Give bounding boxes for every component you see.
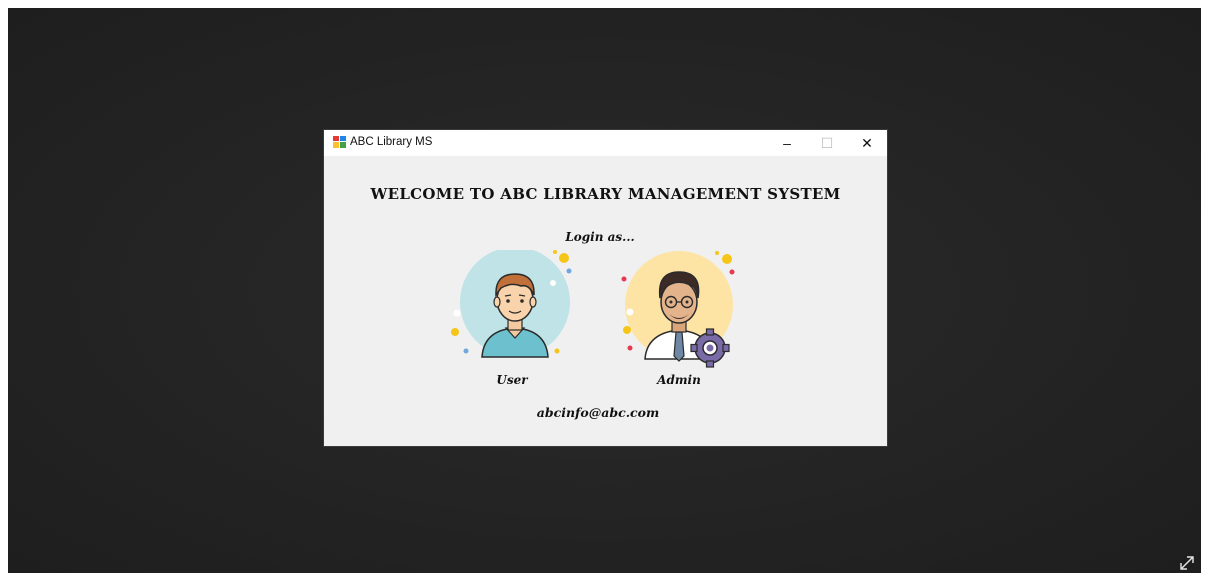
admin-label[interactable]: Admin: [629, 373, 729, 387]
app-window: ABC Library MS – ☐ ✕ WELCOME TO ABC LIBR…: [324, 130, 887, 446]
maximize-button[interactable]: ☐: [807, 130, 847, 156]
title-bar[interactable]: ABC Library MS – ☐ ✕: [324, 130, 887, 156]
login-prompt: Login as...: [565, 230, 635, 244]
user-avatar-icon[interactable]: [449, 250, 579, 370]
admin-avatar-icon[interactable]: [614, 250, 744, 370]
minimize-button[interactable]: –: [767, 130, 807, 156]
user-label[interactable]: User: [462, 373, 562, 387]
close-button[interactable]: ✕: [847, 130, 887, 156]
app-icon: [333, 136, 346, 148]
window-title: ABC Library MS: [350, 136, 433, 148]
welcome-heading: WELCOME TO ABC LIBRARY MANAGEMENT SYSTEM: [370, 185, 841, 203]
contact-email: abcinfo@abc.com: [536, 405, 660, 420]
expand-icon[interactable]: [1178, 554, 1196, 572]
